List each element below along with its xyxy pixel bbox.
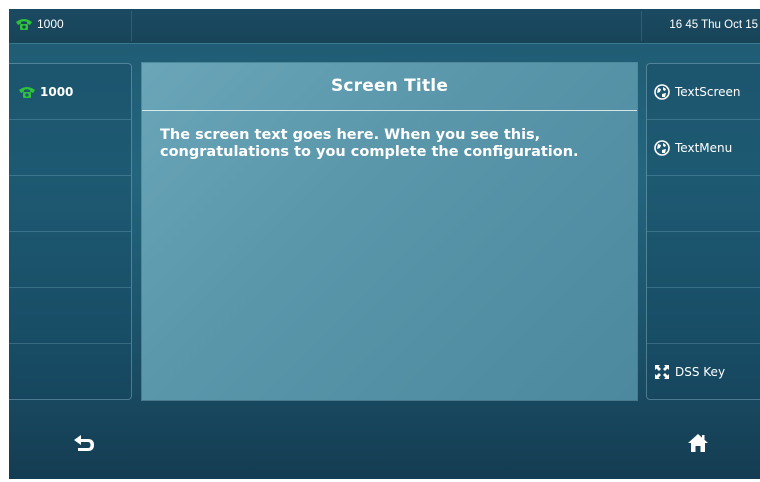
expand-icon <box>653 364 671 380</box>
line-key-3[interactable] <box>9 176 131 232</box>
title-divider <box>142 110 637 111</box>
dss-key[interactable]: DSS Key <box>647 344 760 399</box>
status-clock: 16 45 Thu Oct 15 <box>669 19 758 31</box>
key-label: TextScreen <box>675 84 741 99</box>
empty-key[interactable] <box>647 288 760 344</box>
left-line-keys: 1000 <box>9 63 132 400</box>
line-key-5[interactable] <box>9 288 131 344</box>
back-button[interactable] <box>64 427 104 463</box>
globe-icon <box>653 139 671 156</box>
empty-key[interactable] <box>647 176 760 232</box>
home-button[interactable] <box>678 427 718 463</box>
phone-icon <box>18 84 36 100</box>
status-line-indicator[interactable]: 1000 <box>15 16 64 32</box>
text-menu-key[interactable]: TextMenu <box>647 120 760 176</box>
status-line-label: 1000 <box>37 17 64 31</box>
key-label: TextMenu <box>675 140 733 155</box>
status-bar: 1000 16 45 Thu Oct 15 <box>9 9 760 44</box>
line-key-label: 1000 <box>40 84 74 99</box>
status-divider <box>131 11 132 41</box>
empty-key[interactable] <box>647 232 760 288</box>
right-line-keys: TextScreen TextMenu DSS Key <box>646 63 760 400</box>
line-key-6[interactable] <box>9 344 131 399</box>
bottom-bar <box>9 409 760 479</box>
line-key-1[interactable]: 1000 <box>9 64 131 120</box>
screen-text: The screen text goes here. When you see … <box>160 127 579 160</box>
page-title: Screen Title <box>330 76 449 96</box>
phone-screen: 1000 16 45 Thu Oct 15 1000 Screen Title … <box>9 9 760 479</box>
key-label: DSS Key <box>675 365 726 379</box>
globe-icon <box>653 83 671 100</box>
line-key-4[interactable] <box>9 232 131 288</box>
status-divider <box>641 11 642 41</box>
phone-icon <box>15 16 33 32</box>
back-arrow-icon <box>73 434 95 456</box>
text-screen-panel: Screen Title The screen text goes here. … <box>142 63 637 400</box>
text-screen-key[interactable]: TextScreen <box>647 64 760 120</box>
home-icon <box>687 433 709 457</box>
line-key-2[interactable] <box>9 120 131 176</box>
